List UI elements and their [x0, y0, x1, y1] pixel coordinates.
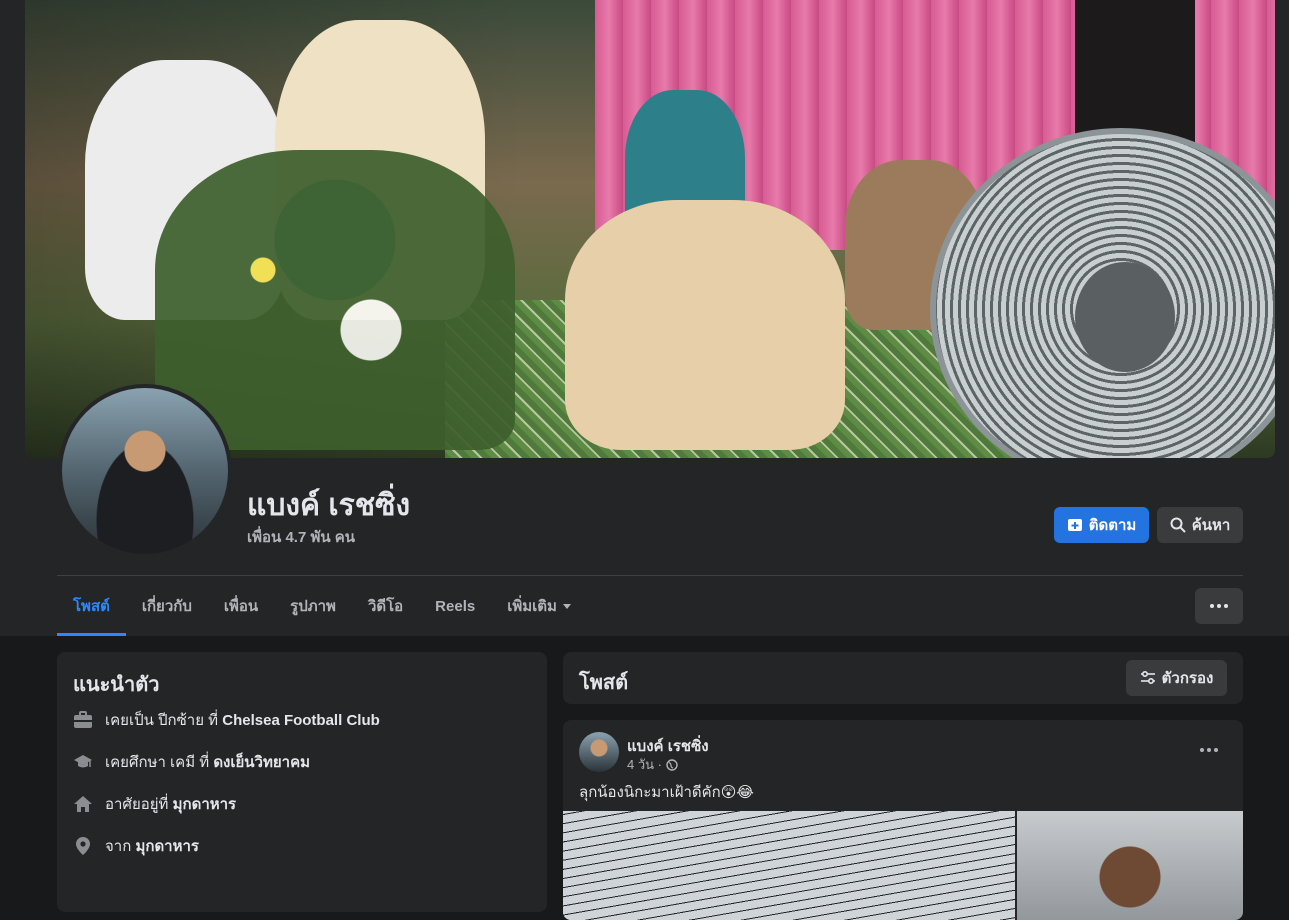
intro-title: แนะนำตัว — [73, 674, 160, 696]
posts-title: โพสต์ — [579, 672, 629, 694]
work-place-link[interactable]: Chelsea Football Club — [222, 712, 380, 729]
profile-picture[interactable] — [58, 384, 232, 558]
tab-more[interactable]: เพิ่มเติม — [491, 576, 587, 636]
intro-item-from: จาก มุกดาหาร — [73, 834, 199, 858]
filter-button[interactable]: ตัวกรอง — [1126, 660, 1227, 696]
more-dots-icon — [1210, 604, 1228, 608]
tab-photos[interactable]: รูปภาพ — [274, 576, 352, 636]
profile-name: แบงค์ เรชซิ่ง — [247, 489, 411, 522]
avatar — [62, 388, 228, 554]
post-options-button[interactable] — [1193, 734, 1225, 766]
friends-count[interactable]: เพื่อน 4.7 พัน คน — [247, 525, 355, 549]
tab-friends[interactable]: เพื่อน — [208, 576, 274, 636]
post-author-avatar[interactable] — [579, 732, 619, 772]
intro-item-lives-in: อาศัยอยู่ที่ มุกดาหาร — [73, 792, 236, 816]
hometown-link[interactable]: มุกดาหาร — [135, 838, 199, 855]
post-photo-1[interactable] — [563, 811, 1015, 920]
filter-label: ตัวกรอง — [1161, 670, 1214, 687]
filter-sliders-icon — [1140, 670, 1156, 686]
intro-card: แนะนำตัว เคยเป็น ปีกซ้าย ที่ Chelsea Foo… — [57, 652, 547, 912]
post-time[interactable]: 4 วัน · — [627, 754, 662, 775]
tab-about[interactable]: เกี่ยวกับ — [126, 576, 208, 636]
post-meta: 4 วัน · — [627, 754, 678, 775]
cover-photo[interactable] — [25, 0, 1275, 458]
post-text: ลุกน้องนิกะมาเฝ้าดีคัก😲😂 — [579, 784, 754, 801]
follow-label: ติดตาม — [1088, 517, 1137, 534]
tab-posts[interactable]: โพสต์ — [57, 576, 126, 636]
post-photo-2[interactable] — [1017, 811, 1243, 920]
briefcase-icon — [73, 710, 93, 730]
follow-button[interactable]: ติดตาม — [1054, 507, 1149, 543]
posts-header-card: โพสต์ ตัวกรอง — [563, 652, 1243, 704]
follow-icon — [1067, 517, 1083, 533]
chevron-down-icon — [562, 603, 571, 609]
more-dots-icon — [1200, 748, 1218, 752]
search-button[interactable]: ค้นหา — [1157, 507, 1243, 543]
school-link[interactable]: ดงเย็นวิทยาคม — [213, 754, 310, 771]
intro-item-work: เคยเป็น ปีกซ้าย ที่ Chelsea Football Clu… — [73, 708, 380, 732]
location-pin-icon — [73, 836, 93, 856]
post-card: แบงค์ เรชซิ่ง 4 วัน · ลุกน้องนิกะมาเฝ้าด… — [563, 720, 1243, 920]
profile-tabs: โพสต์ เกี่ยวกับ เพื่อน รูปภาพ วิดีโอ Ree… — [57, 576, 587, 636]
search-icon — [1170, 517, 1186, 533]
intro-item-education: เคยศึกษา เคมี ที่ ดงเย็นวิทยาคม — [73, 750, 310, 774]
home-icon — [73, 794, 93, 814]
current-city-link[interactable]: มุกดาหาร — [173, 796, 237, 813]
search-label: ค้นหา — [1191, 517, 1231, 534]
graduation-cap-icon — [73, 752, 93, 772]
profile-more-button[interactable] — [1195, 588, 1243, 624]
globe-icon — [666, 758, 678, 771]
tab-videos[interactable]: วิดีโอ — [352, 576, 419, 636]
tab-reels[interactable]: Reels — [419, 576, 491, 636]
